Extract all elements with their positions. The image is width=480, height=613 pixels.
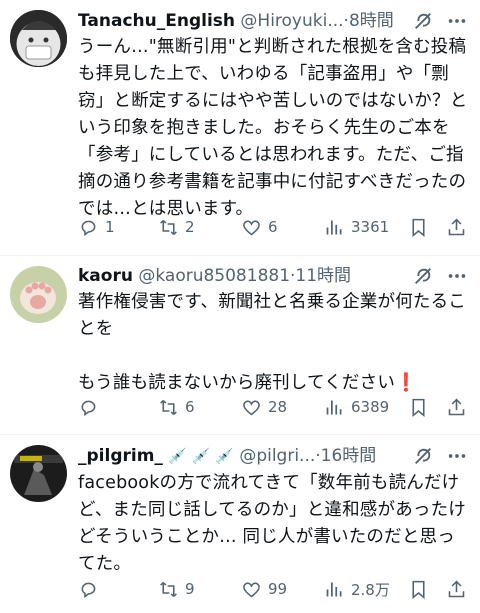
reply-icon <box>81 582 96 598</box>
share-button[interactable] <box>446 574 467 604</box>
reply-count: 1 <box>105 218 115 236</box>
share-button[interactable] <box>446 212 467 242</box>
views-button[interactable]: 2.8万 <box>324 574 390 604</box>
reply-icon <box>81 400 96 416</box>
reply-button[interactable] <box>78 574 105 604</box>
timestamp[interactable]: ·8時間 <box>344 11 394 31</box>
reply-icon <box>81 220 96 236</box>
display-name[interactable]: Tanachu_English <box>78 11 235 31</box>
tweet-body-line1: 著作権侵害です、新聞社と名乗る企業が何たることを <box>78 292 466 339</box>
views-icon <box>326 400 342 414</box>
bookmark-icon <box>412 218 425 237</box>
retweet-count: 2 <box>185 218 195 236</box>
action-bar: 6 28 6389 <box>78 392 480 422</box>
retweet-icon <box>160 399 177 415</box>
avatar[interactable] <box>10 10 67 67</box>
retweet-count: 6 <box>185 398 195 416</box>
like-icon <box>243 219 260 235</box>
avatar[interactable] <box>10 445 67 502</box>
tweet-header: Tanachu_English @Hiroyuki...·8時間 <box>78 9 468 33</box>
like-button[interactable]: 28 <box>241 392 287 422</box>
views-button[interactable]: 6389 <box>324 392 389 422</box>
handle[interactable]: @Hiroyuki... <box>240 11 343 31</box>
tweet-text: 著作権侵害です、新聞社と名乗る企業が何たることを もう誰も読まないから廃刊してく… <box>78 289 470 397</box>
bookmark-icon <box>412 580 425 599</box>
more-icon[interactable] <box>446 445 468 467</box>
views-icon <box>326 220 342 234</box>
more-icon[interactable] <box>446 265 468 287</box>
tweet-text: facebookの方で流れてきて「数年前も読んだけど、また同じ話してるのか」と違… <box>78 470 470 578</box>
tweet-header: kaoru @kaoru85081881·11時間 <box>78 264 468 288</box>
like-icon <box>243 399 260 415</box>
bookmark-icon <box>412 398 425 417</box>
reply-button[interactable] <box>78 392 105 422</box>
action-bar: 9 99 2.8万 <box>78 574 480 604</box>
views-count: 6389 <box>351 398 390 416</box>
grok-icon[interactable] <box>412 265 434 287</box>
retweet-button[interactable]: 6 <box>158 392 195 422</box>
timestamp[interactable]: ·16時間 <box>315 446 376 466</box>
views-button[interactable]: 3361 <box>324 212 389 242</box>
retweet-icon <box>160 219 177 235</box>
tweet-header: _pilgrim_ 💉 💉 💉 @pilgri...·16時間 <box>78 444 468 468</box>
tweet-text: うーん…"無断引用"と判断された根拠を含む投稿も拝見した上で、いわゆる「記事盗用… <box>78 34 470 223</box>
share-icon <box>448 218 465 235</box>
retweet-icon <box>160 581 177 597</box>
like-count: 6 <box>268 218 278 236</box>
like-count: 99 <box>268 580 288 598</box>
grok-icon[interactable] <box>412 445 434 467</box>
grok-icon[interactable] <box>412 10 434 32</box>
tweet-1[interactable]: Tanachu_English @Hiroyuki...·8時間 うーん…"無断… <box>0 0 480 255</box>
reply-button[interactable]: 1 <box>78 212 115 242</box>
bookmark-button[interactable] <box>408 574 429 604</box>
retweet-count: 9 <box>185 580 195 598</box>
tweet-body: うーん…"無断引用"と判断された根拠を含む投稿も拝見した上で、いわゆる「記事盗用… <box>78 37 468 219</box>
share-button[interactable] <box>446 392 467 422</box>
retweet-button[interactable]: 2 <box>158 212 195 242</box>
handle[interactable]: @kaoru85081881 <box>138 266 290 286</box>
display-name[interactable]: kaoru <box>78 266 133 286</box>
avatar[interactable] <box>10 266 67 323</box>
bookmark-button[interactable] <box>408 212 429 242</box>
bookmark-button[interactable] <box>408 392 429 422</box>
handle[interactable]: @pilgri... <box>239 446 315 466</box>
tweet-body: facebookの方で流れてきて「数年前も読んだけど、また同じ話してるのか」と違… <box>78 473 466 574</box>
share-icon <box>448 398 465 415</box>
views-count: 3361 <box>351 218 390 236</box>
retweet-button[interactable]: 9 <box>158 574 195 604</box>
timestamp[interactable]: ·11時間 <box>290 266 351 286</box>
views-count: 2.8万 <box>351 580 390 599</box>
tweet-body-line2: もう誰も読まないから廃刊してください <box>78 373 396 393</box>
syringe-emoji: 💉 💉 💉 <box>168 447 234 465</box>
like-button[interactable]: 6 <box>241 212 278 242</box>
like-icon <box>243 581 260 597</box>
tweet-2[interactable]: kaoru @kaoru85081881·11時間 著作権侵害です、新聞社と名乗… <box>0 256 480 434</box>
more-icon[interactable] <box>446 10 468 32</box>
views-icon <box>326 582 342 596</box>
tweet-3[interactable]: _pilgrim_ 💉 💉 💉 @pilgri...·16時間 facebook… <box>0 435 480 613</box>
like-count: 28 <box>268 398 288 416</box>
share-icon <box>448 580 465 597</box>
exclamation-emoji: ❗ <box>395 373 418 393</box>
like-button[interactable]: 99 <box>241 574 287 604</box>
action-bar: 1 2 6 3361 <box>78 212 480 242</box>
display-name[interactable]: _pilgrim_ <box>78 446 163 466</box>
